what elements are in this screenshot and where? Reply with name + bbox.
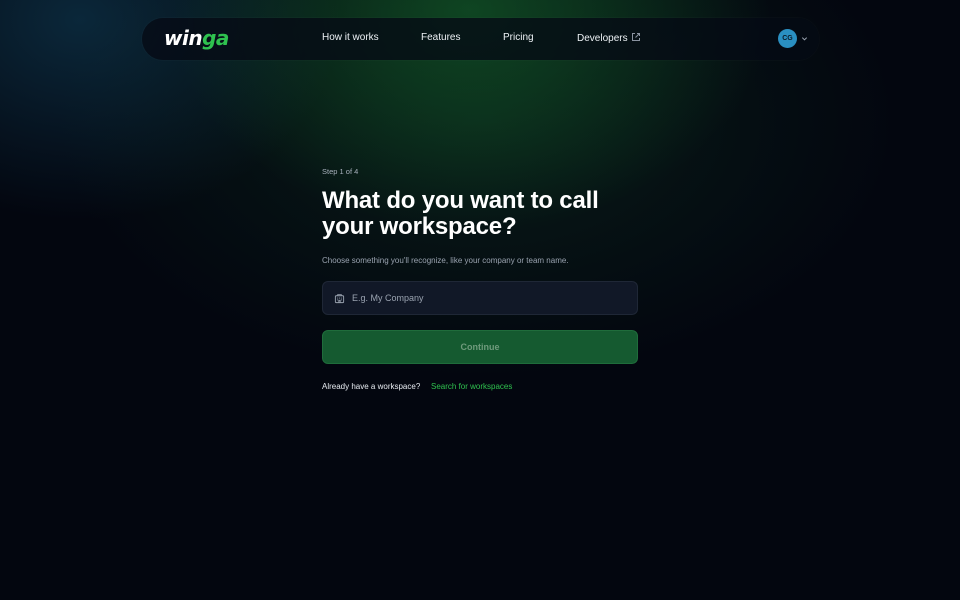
winga-logo[interactable]: winga <box>164 26 229 50</box>
workspace-name-field[interactable] <box>322 281 638 315</box>
chevron-down-icon[interactable] <box>801 35 808 42</box>
user-avatar[interactable]: CG <box>778 29 797 48</box>
nav-how-it-works[interactable]: How it works <box>322 32 379 43</box>
top-navbar: winga How it works Features Pricing Deve… <box>142 18 819 60</box>
page-title: What do you want to call your workspace? <box>322 187 599 240</box>
step-indicator: Step 1 of 4 <box>322 167 359 176</box>
search-workspaces-link[interactable]: Search for workspaces <box>431 382 512 391</box>
continue-button[interactable]: Continue <box>322 330 638 364</box>
workspace-name-input[interactable] <box>352 283 632 313</box>
page: winga How it works Features Pricing Deve… <box>0 0 960 600</box>
nav-developers[interactable]: Developers <box>577 32 641 44</box>
building-icon <box>334 294 345 304</box>
already-have-workspace-text: Already have a workspace? <box>322 382 421 391</box>
nav-features[interactable]: Features <box>421 32 460 43</box>
external-link-icon <box>631 33 640 41</box>
page-subtitle: Choose something you'll recognize, like … <box>322 256 569 265</box>
logo-text-main: win <box>164 26 203 50</box>
nav-developers-label: Developers <box>577 33 628 44</box>
logo-text-accent: ga <box>202 26 229 50</box>
nav-pricing[interactable]: Pricing <box>503 32 534 43</box>
